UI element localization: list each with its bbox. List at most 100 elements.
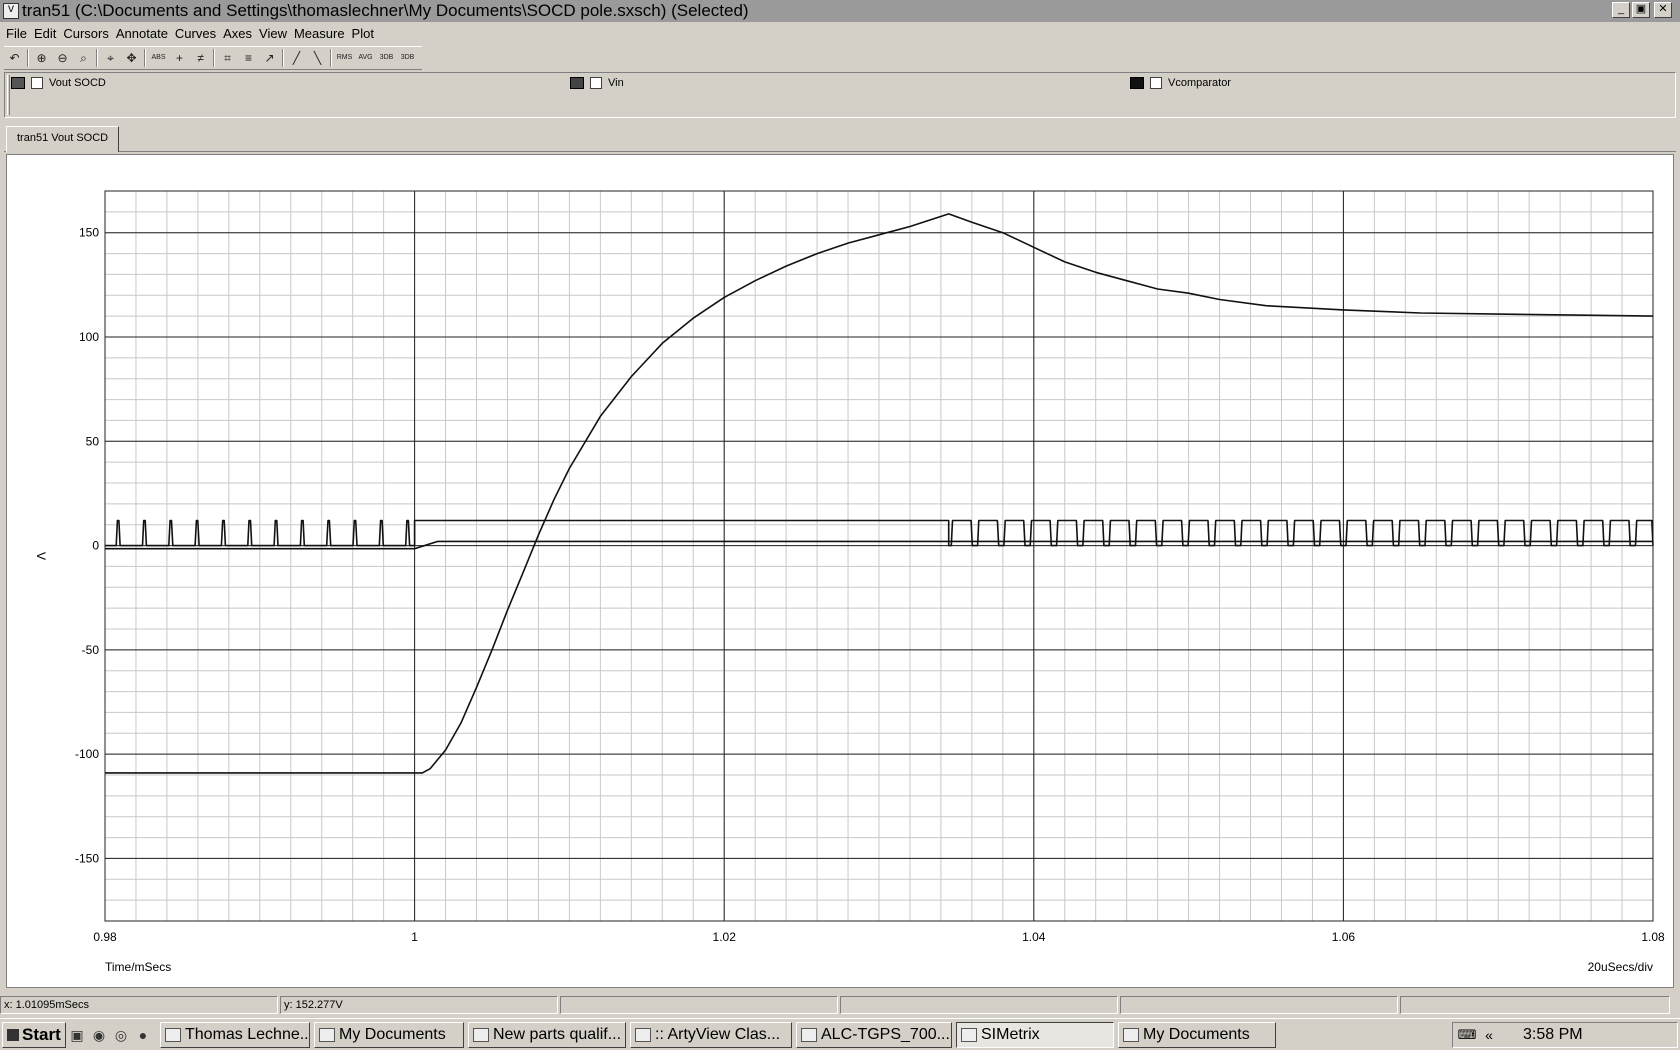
menu-curves[interactable]: Curves [175, 26, 216, 41]
cursor-remove-icon[interactable]: ≠ [190, 48, 211, 68]
menu-view[interactable]: View [259, 26, 287, 41]
menu-annotate[interactable]: Annotate [116, 26, 168, 41]
legend-swatch [11, 77, 25, 89]
rms-icon[interactable]: RMS [334, 48, 355, 68]
simetrix-icon [961, 1027, 977, 1042]
zoom-x-icon[interactable]: ⌖ [100, 48, 121, 68]
toolbar-separator [282, 49, 284, 67]
y-tick-label: -100 [75, 747, 99, 761]
menu-bar: File Edit Cursors Annotate Curves Axes V… [0, 22, 1680, 44]
scale-label: 20uSecs/div [1588, 960, 1653, 974]
document-icon [473, 1027, 489, 1042]
x-axis-label: Time/mSecs [105, 960, 171, 974]
task-artyview[interactable]: :: ArtyView Clas... [630, 1021, 792, 1048]
y-axis-label: V [34, 552, 48, 560]
quicklaunch-browser-icon[interactable]: ◉ [88, 1024, 110, 1046]
axes-icon[interactable]: ≡ [238, 48, 259, 68]
menu-edit[interactable]: Edit [34, 26, 56, 41]
rise-icon[interactable]: ╱ [286, 48, 307, 68]
start-button[interactable]: Start [2, 1021, 66, 1048]
toolbar-separator [213, 49, 215, 67]
abs-icon[interactable]: ABS [148, 48, 169, 68]
title-bar[interactable]: V tran51 (C:\Documents and Settings\thom… [0, 0, 1680, 22]
clock[interactable]: 3:58 PM [1523, 1026, 1583, 1044]
quicklaunch-desktop-icon[interactable]: ▣ [66, 1024, 88, 1046]
minimize-button[interactable]: _ [1612, 2, 1630, 18]
task-my-documents[interactable]: My Documents [314, 1021, 464, 1048]
folder-icon [1123, 1027, 1139, 1042]
zoom-out-icon[interactable]: ⊖ [52, 48, 73, 68]
pan-icon[interactable]: ✥ [121, 48, 142, 68]
browser-icon [635, 1027, 651, 1042]
waveform-chart[interactable]: 0.98 1 1.02 1.04 1.06 1.08 150 100 50 0 -50 -100 -15… [7, 155, 1673, 987]
3db-low-icon[interactable]: 3DB [397, 48, 418, 68]
app-icon[interactable]: V [3, 3, 19, 19]
legend-item-vcomparator[interactable]: Vcomparator [1130, 77, 1231, 89]
tab-tran51-vout-socd[interactable]: tran51 Vout SOCD [6, 126, 120, 152]
plot-area[interactable]: 0.98 1 1.02 1.04 1.06 1.08 150 100 50 0 -50 -100 -15… [6, 154, 1674, 988]
cursor-add-icon[interactable]: + [169, 48, 190, 68]
x-tick-label: 1 [411, 930, 418, 944]
menu-plot[interactable]: Plot [352, 26, 374, 41]
windows-flag-icon [7, 1028, 19, 1041]
menu-cursors[interactable]: Cursors [63, 26, 109, 41]
quicklaunch-media-icon[interactable]: ◎ [110, 1024, 132, 1046]
legend-checkbox[interactable] [1150, 77, 1162, 89]
legend-item-vin[interactable]: Vin [570, 77, 624, 89]
legend-label: Vout SOCD [49, 77, 106, 89]
quicklaunch-player-icon[interactable]: ● [132, 1024, 154, 1046]
tray-expand-icon[interactable]: « [1481, 1027, 1497, 1043]
x-tick-label: 1.08 [1641, 930, 1665, 944]
start-label: Start [22, 1024, 61, 1044]
legend-checkbox[interactable] [31, 77, 43, 89]
y-tick-label: 0 [92, 539, 99, 553]
task-label: ALC-TGPS_700... [821, 1025, 950, 1043]
undo-icon[interactable]: ↶ [4, 48, 25, 68]
graph-tab-strip: tran51 Vout SOCD [4, 124, 1676, 152]
toolbar-separator [27, 49, 29, 67]
restore-button[interactable]: ▣ [1632, 2, 1650, 18]
task-thomas-lechner[interactable]: Thomas Lechne... [160, 1021, 310, 1048]
task-new-parts[interactable]: New parts qualif... [468, 1021, 626, 1048]
task-my-documents-2[interactable]: My Documents [1118, 1021, 1276, 1048]
legend-item-vout-socd[interactable]: Vout SOCD [11, 77, 106, 89]
menu-file[interactable]: File [6, 26, 27, 41]
task-simetrix[interactable]: SIMetrix [956, 1021, 1114, 1048]
x-tick-label: 1.02 [713, 930, 737, 944]
fall-icon[interactable]: ╲ [307, 48, 328, 68]
legend-checkbox[interactable] [590, 77, 602, 89]
3db-icon[interactable]: 3DB [376, 48, 397, 68]
y-tick-label: -150 [75, 851, 99, 865]
menu-axes[interactable]: Axes [223, 26, 252, 41]
task-alc-tgps[interactable]: ALC-TGPS_700... [796, 1021, 952, 1048]
avg-icon[interactable]: AVG [355, 48, 376, 68]
toolbar: ↶ ⊕ ⊖ ⌕ ⌖ ✥ ABS + ≠ ⌗ ≡ ↗ ╱ ╲ RMS AVG 3DB 3DB [4, 46, 422, 70]
status-pane-5 [1120, 996, 1398, 1014]
zoom-full-icon[interactable]: ⌕ [73, 48, 94, 68]
keyboard-icon[interactable]: ⌨ [1457, 1027, 1477, 1043]
task-label: Thomas Lechne... [185, 1025, 310, 1043]
x-tick-label: 0.98 [93, 930, 117, 944]
toolbar-separator [330, 49, 332, 67]
folder-icon [319, 1027, 335, 1042]
x-tick-label: 1.06 [1332, 930, 1356, 944]
close-button[interactable]: ✕ [1654, 2, 1672, 18]
labels-layer: 0.98 1 1.02 1.04 1.06 1.08 150 100 50 0 -50 -100 -15… [34, 226, 1665, 974]
task-label: My Documents [1143, 1025, 1250, 1043]
legend-bar: Vout SOCD Vin Vcomparator [4, 72, 1676, 118]
menu-measure[interactable]: Measure [294, 26, 345, 41]
document-icon [801, 1027, 817, 1042]
system-tray: ⌨ « 3:58 PM [1452, 1022, 1678, 1048]
zoom-box-icon[interactable]: ⊕ [31, 48, 52, 68]
grid-minor [104, 190, 1654, 922]
grid-icon[interactable]: ⌗ [217, 48, 238, 68]
legend-grip[interactable] [7, 75, 10, 115]
status-y-readout: y: 152.277V [280, 996, 558, 1014]
status-bar: x: 1.01095mSecs y: 152.277V [0, 996, 1680, 1016]
window-title: tran51 (C:\Documents and Settings\thomas… [22, 1, 749, 20]
legend-swatch [1130, 77, 1144, 89]
log-axis-icon[interactable]: ↗ [259, 48, 280, 68]
task-label: My Documents [339, 1025, 446, 1043]
status-pane-4 [840, 996, 1118, 1014]
legend-label: Vcomparator [1168, 77, 1231, 89]
